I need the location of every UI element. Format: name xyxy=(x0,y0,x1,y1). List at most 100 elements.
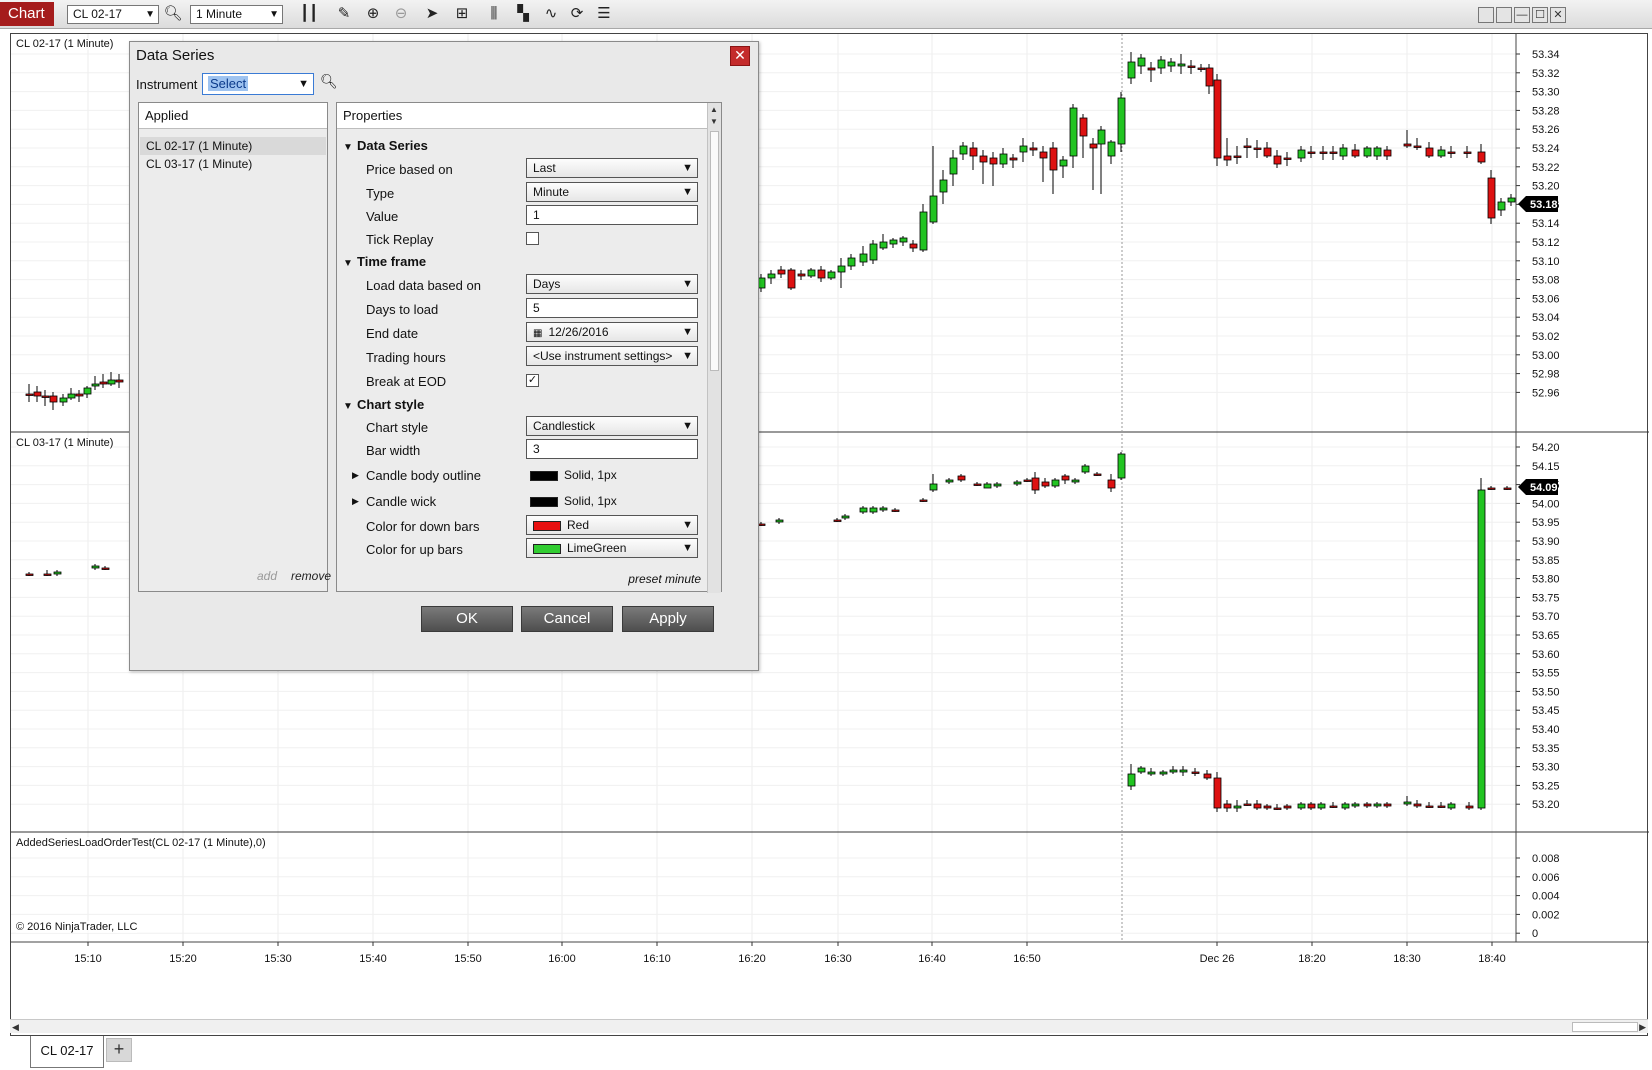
window-tile-icon[interactable] xyxy=(1496,7,1512,23)
candle-cl-03-17 xyxy=(1307,803,1316,809)
expand-triangle-icon[interactable]: ▶ xyxy=(352,470,359,481)
price-axis-label: 53.50 xyxy=(1532,686,1560,698)
collapse-triangle-icon[interactable]: ▼ xyxy=(343,401,357,412)
bar-width-input[interactable]: 3 xyxy=(526,439,698,459)
candle-cl-02-17 xyxy=(1107,141,1116,157)
candle-cl-03-17 xyxy=(1071,479,1080,483)
color-down-bars-select[interactable]: Red ▼ xyxy=(526,515,698,535)
zoom-in-icon[interactable]: ⊕ xyxy=(362,4,384,24)
group-time-frame[interactable]: ▼ Time frame xyxy=(343,254,426,269)
draw-pencil-icon[interactable]: ✎ xyxy=(333,4,355,24)
add-series-link[interactable]: add xyxy=(257,569,277,583)
candle-cl-03-17 xyxy=(1191,771,1200,774)
candle-cl-02-17 xyxy=(1463,151,1472,154)
price-based-on-select[interactable]: Last ▼ xyxy=(526,158,698,178)
maximize-icon[interactable]: ☐ xyxy=(1532,7,1548,23)
color-down-bars-label: Color for down bars xyxy=(366,519,480,534)
bar-type-icon[interactable]: ┃┃ xyxy=(298,4,320,24)
apply-button[interactable]: Apply xyxy=(622,606,714,632)
time-axis-label: 15:40 xyxy=(359,953,387,965)
time-axis-label: 16:50 xyxy=(1013,953,1041,965)
candle-cl-03-17 xyxy=(973,483,982,486)
value-input[interactable]: 1 xyxy=(526,205,698,225)
break-at-eod-checkbox[interactable]: ✓ xyxy=(526,374,539,387)
candle-cl-02-17 xyxy=(949,157,958,175)
ok-button[interactable]: OK xyxy=(421,606,513,632)
window-tile-icon[interactable] xyxy=(1478,7,1494,23)
scroll-left-icon[interactable]: ◀ xyxy=(12,1020,19,1034)
color-up-bars-select[interactable]: LimeGreen ▼ xyxy=(526,538,698,558)
candle-cl-03-17 xyxy=(929,483,938,491)
price-axis-label: 53.22 xyxy=(1532,162,1560,174)
instrument-selector[interactable]: CL 02-17 ▼ xyxy=(67,5,159,24)
candle-cl-02-17 xyxy=(1297,149,1306,159)
end-date-picker[interactable]: ▦ 12/26/2016 ▼ xyxy=(526,322,698,342)
preset-link[interactable]: preset minute xyxy=(628,572,701,586)
pointer-icon[interactable]: ➤ xyxy=(421,4,443,24)
scroll-up-icon[interactable]: ▲ xyxy=(710,105,718,114)
scrollbar-thumb[interactable] xyxy=(710,131,719,371)
candle-cl-02-17 xyxy=(1097,129,1106,145)
chevron-down-icon: ▼ xyxy=(298,78,309,90)
search-icon[interactable]: 🔍︎ xyxy=(320,73,338,90)
scrollbar-thumb[interactable] xyxy=(1572,1022,1638,1032)
candle-cl-03-17 xyxy=(1041,481,1050,487)
chart-style-select[interactable]: Candlestick ▼ xyxy=(526,416,698,436)
dialog-close-button[interactable]: ✕ xyxy=(730,46,750,66)
refresh-icon[interactable]: ⟳ xyxy=(566,4,588,24)
time-axis-label: 15:50 xyxy=(454,953,482,965)
price-axis-label: 53.35 xyxy=(1532,743,1560,755)
price-axis-label: 54.00 xyxy=(1532,498,1560,510)
instrument-dropdown[interactable]: Select ▼ xyxy=(202,73,314,95)
collapse-triangle-icon[interactable]: ▼ xyxy=(343,142,357,153)
days-to-load-input[interactable]: 5 xyxy=(526,298,698,318)
candle-body-outline-label[interactable]: ▶ Candle body outline xyxy=(352,468,481,483)
candle-wick-label[interactable]: ▶ Candle wick xyxy=(352,494,436,509)
properties-scrollbar[interactable]: ▲ ▼ xyxy=(707,103,721,593)
candle-cl-02-17 xyxy=(1383,149,1392,157)
candle-cl-03-17 xyxy=(1373,803,1382,807)
strategy-icon[interactable]: ▚ xyxy=(512,4,534,24)
load-data-based-on-select[interactable]: Days ▼ xyxy=(526,274,698,294)
group-data-series-label: Data Series xyxy=(357,138,428,153)
days-to-load-label: Days to load xyxy=(366,302,439,317)
group-chart-style[interactable]: ▼ Chart style xyxy=(343,397,424,412)
type-select[interactable]: Minute ▼ xyxy=(526,182,698,202)
cancel-button[interactable]: Cancel xyxy=(521,606,613,632)
properties-list-icon[interactable]: ☰ xyxy=(593,4,615,24)
minimize-icon[interactable]: — xyxy=(1514,7,1530,23)
chart-menu-button[interactable]: Chart xyxy=(0,2,54,26)
indicators-icon[interactable]: ∿ xyxy=(540,4,562,24)
interval-selector[interactable]: 1 Minute ▼ xyxy=(190,5,283,24)
close-icon[interactable]: ✕ xyxy=(1550,7,1566,23)
chevron-down-icon: ▼ xyxy=(682,326,693,338)
trading-hours-select[interactable]: <Use instrument settings> ▼ xyxy=(526,346,698,366)
calendar-icon[interactable]: ▦ xyxy=(533,328,542,339)
search-icon[interactable]: 🔍︎ xyxy=(162,4,184,24)
data-series-icon[interactable]: ⫼ xyxy=(483,4,505,24)
tick-replay-checkbox[interactable] xyxy=(526,232,539,245)
horizontal-scrollbar[interactable]: ◀ ▶ xyxy=(10,1019,1648,1033)
applied-item-cl-03-17[interactable]: CL 03-17 (1 Minute) xyxy=(140,155,326,173)
candle-wick-value[interactable]: Solid, 1px xyxy=(530,494,617,508)
time-axis-label: 16:20 xyxy=(738,953,766,965)
chart-style-value: Candlestick xyxy=(533,419,596,433)
applied-item-cl-02-17[interactable]: CL 02-17 (1 Minute) xyxy=(140,137,326,155)
candle-body-outline-value[interactable]: Solid, 1px xyxy=(530,468,617,482)
applied-series-panel: Applied CL 02-17 (1 Minute) CL 03-17 (1 … xyxy=(138,102,331,592)
group-data-series[interactable]: ▼ Data Series xyxy=(343,138,428,153)
candle-cl-03-17 xyxy=(25,573,34,576)
zoom-out-icon[interactable]: ⊖ xyxy=(390,4,412,24)
scroll-down-icon[interactable]: ▼ xyxy=(710,117,718,126)
candle-cl-02-17 xyxy=(1029,147,1038,151)
remove-series-link[interactable]: remove xyxy=(291,569,331,583)
tab-cl-02-17[interactable]: CL 02-17 xyxy=(30,1036,104,1068)
data-box-icon[interactable]: ⊞ xyxy=(451,4,473,24)
add-tab-button[interactable]: + xyxy=(106,1038,132,1062)
price-axis-label: 52.98 xyxy=(1532,369,1560,381)
scroll-right-icon[interactable]: ▶ xyxy=(1639,1020,1646,1034)
price-axis-label: 53.06 xyxy=(1532,293,1560,305)
expand-triangle-icon[interactable]: ▶ xyxy=(352,496,359,507)
collapse-triangle-icon[interactable]: ▼ xyxy=(343,258,357,269)
candle-cl-03-17 xyxy=(1223,803,1232,809)
